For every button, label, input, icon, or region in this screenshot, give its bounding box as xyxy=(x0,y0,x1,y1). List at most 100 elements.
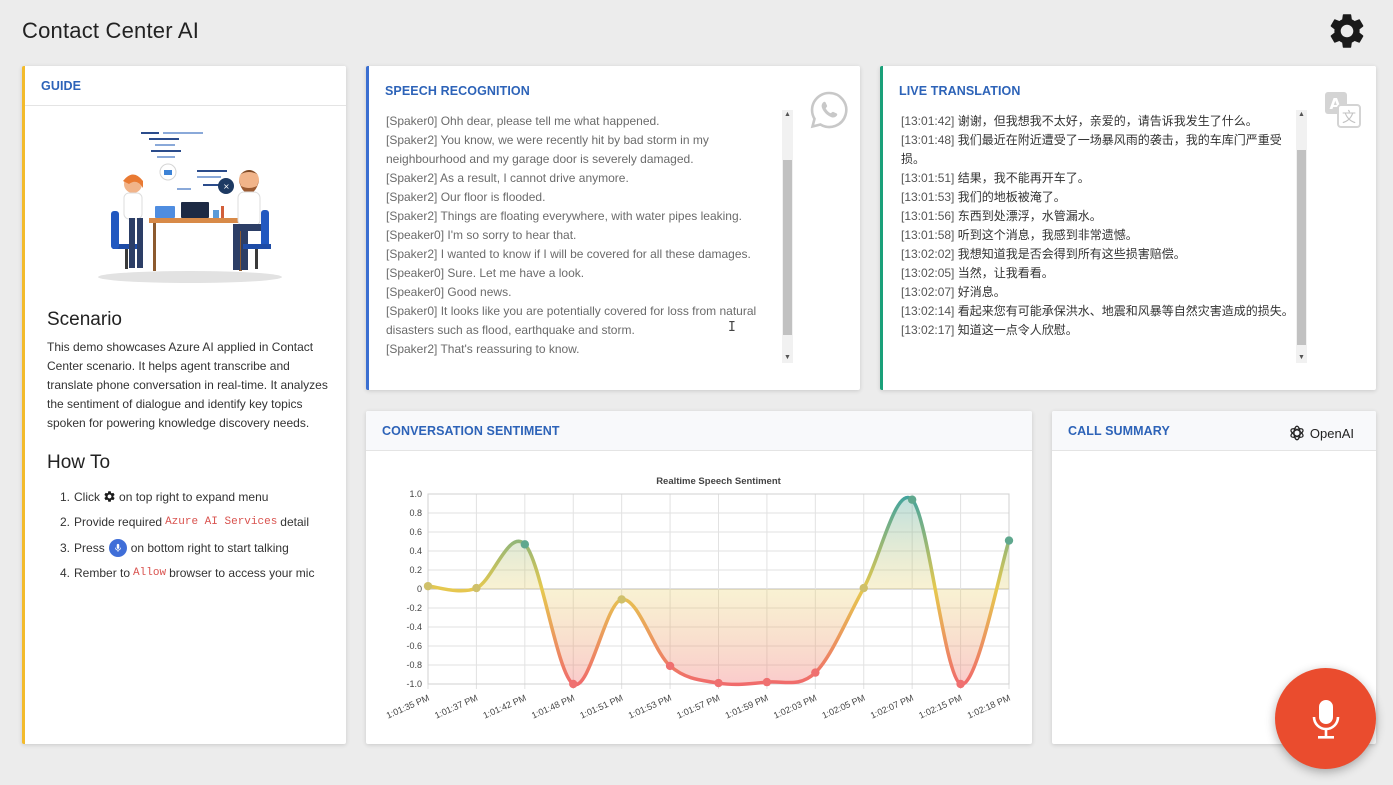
sentiment-point xyxy=(762,677,772,687)
guide-header: GUIDE xyxy=(25,66,346,106)
transcript-line: [Spaker0] It looks like you are potentia… xyxy=(386,304,757,337)
transcript-line: [Spaker2] Things are floating everywhere… xyxy=(386,209,742,223)
x-tick-label: 1:01:42 PM xyxy=(482,693,528,721)
scenario-heading: Scenario xyxy=(47,309,122,330)
translation-text: 结果，我不能再开车了。 xyxy=(957,171,1090,185)
howto-steps: 1. Click on top right to expand menu 2. … xyxy=(60,484,345,586)
transcript-line: [Spaker2] As a result, I cannot drive an… xyxy=(386,171,629,185)
step-text: on bottom right to start talking xyxy=(130,540,289,555)
translation-timestamp: [13:01:53] xyxy=(901,190,955,204)
translation-timestamp: [13:02:05] xyxy=(901,266,955,280)
translation-scrollbar[interactable]: ▲ ▼ xyxy=(1296,110,1307,363)
translation-transcript[interactable]: [13:01:42] 谢谢，但我想我不太好，亲爱的，请告诉我发生了什么。 [13:… xyxy=(901,112,1299,362)
transcript-line: [Speaker0] Good news. xyxy=(386,285,512,299)
sentiment-title: CONVERSATION SENTIMENT xyxy=(382,423,560,438)
step-number: 3. xyxy=(60,540,71,555)
translation-timestamp: [13:02:17] xyxy=(901,323,955,337)
step-text: browser to access your mic xyxy=(169,566,315,581)
translation-text: 东西到处漂浮，水管漏水。 xyxy=(957,209,1102,223)
microphone-icon xyxy=(1312,699,1339,739)
translation-line: [13:01:51] 结果，我不能再开车了。 xyxy=(901,169,1299,188)
translation-line: [13:02:07] 好消息。 xyxy=(901,283,1299,302)
sentiment-point xyxy=(617,595,626,604)
whatsapp-icon xyxy=(810,91,848,129)
translation-timestamp: [13:02:14] xyxy=(901,304,955,318)
speech-transcript[interactable]: [Spaker0] Ohh dear, please tell me what … xyxy=(386,112,782,362)
translation-timestamp: [13:01:42] xyxy=(901,114,955,128)
y-tick-label: 0.2 xyxy=(409,565,422,575)
scroll-thumb[interactable] xyxy=(783,160,792,335)
translation-timestamp: [13:01:56] xyxy=(901,209,955,223)
x-tick-label: 1:02:03 PM xyxy=(772,693,818,721)
x-tick-label: 1:01:48 PM xyxy=(530,693,576,721)
step-number: 1. xyxy=(60,489,71,504)
summary-title: CALL SUMMARY xyxy=(1068,423,1170,438)
sentiment-point xyxy=(423,581,433,591)
translation-line: [13:01:58] 听到这个消息，我感到非常遗憾。 xyxy=(901,226,1299,245)
transcript-line: [Spaker0] Ohh dear, please tell me what … xyxy=(386,114,660,128)
openai-label: OpenAI xyxy=(1309,425,1354,441)
x-tick-label: 1:02:07 PM xyxy=(869,693,915,721)
transcript-line: [Spaker2] Our floor is flooded. xyxy=(386,190,546,204)
x-tick-label: 1:01:35 PM xyxy=(385,693,431,721)
translation-line: [13:01:48] 我们最近在附近遭受了一场暴风雨的袭击，我的车库门严重受损。 xyxy=(901,131,1299,169)
speech-recognition-panel: SPEECH RECOGNITION [Spaker0] Ohh dear, p… xyxy=(366,66,860,390)
sentiment-point xyxy=(859,583,868,593)
translation-line: [13:02:17] 知道这一点令人欣慰。 xyxy=(901,321,1299,340)
chart-title: Realtime Speech Sentiment xyxy=(656,476,781,487)
translation-timestamp: [13:02:07] xyxy=(901,285,955,299)
scroll-down-arrow[interactable]: ▼ xyxy=(782,353,793,363)
microphone-button[interactable] xyxy=(1275,668,1376,769)
y-tick-label: -0.6 xyxy=(406,641,422,651)
scroll-down-arrow[interactable]: ▼ xyxy=(1296,353,1307,363)
step-text: on top right to expand menu xyxy=(119,489,269,504)
translation-timestamp: [13:02:02] xyxy=(901,247,955,261)
sentiment-point xyxy=(956,679,965,689)
translation-text: 当然，让我看看。 xyxy=(957,266,1054,280)
howto-step: 4. Rember to Allow browser to access you… xyxy=(60,561,345,587)
conversation-sentiment-panel: CONVERSATION SENTIMENT Realtime Speech S… xyxy=(366,411,1032,744)
y-tick-label: 0.8 xyxy=(409,508,422,518)
sentiment-point xyxy=(520,540,530,549)
y-tick-label: 0.6 xyxy=(409,527,422,537)
svg-text:文: 文 xyxy=(1342,110,1356,126)
step-number: 4. xyxy=(60,566,71,581)
step-text: Click xyxy=(74,489,101,504)
step-text: Provide required xyxy=(74,515,163,530)
transcript-line: [Spaker2] That's reassuring to know. xyxy=(386,342,580,356)
translation-text: 我们最近在附近遭受了一场暴风雨的袭击，我的车库门严重受损。 xyxy=(901,133,1282,166)
scroll-thumb[interactable] xyxy=(1297,150,1306,345)
guide-title: GUIDE xyxy=(41,78,82,93)
x-tick-label: 1:01:59 PM xyxy=(724,693,770,721)
translation-line: [13:02:02] 我想知道我是否会得到所有这些损害赔偿。 xyxy=(901,245,1299,264)
microphone-icon xyxy=(108,538,127,557)
x-tick-label: 1:01:57 PM xyxy=(675,693,721,721)
translation-text: 我们的地板被淹了。 xyxy=(957,190,1066,204)
svg-text:×: × xyxy=(223,182,230,191)
y-tick-label: -0.4 xyxy=(406,622,422,632)
sentiment-point xyxy=(811,668,820,677)
scroll-up-arrow[interactable]: ▲ xyxy=(782,110,793,120)
x-tick-label: 1:02:05 PM xyxy=(820,693,866,721)
sentiment-line-chart: Realtime Speech Sentiment 1.0 0.8 0.6 0.4 0.2… xyxy=(385,476,1014,721)
y-tick-label: -1.0 xyxy=(406,679,422,689)
speech-scrollbar[interactable]: ▲ ▼ xyxy=(782,110,793,363)
sentiment-point xyxy=(665,661,675,671)
y-tick-label: 1.0 xyxy=(409,489,422,499)
translation-title: LIVE TRANSLATION xyxy=(899,84,1021,98)
step-text: detail xyxy=(280,515,309,530)
gear-icon[interactable] xyxy=(1326,10,1368,52)
howto-heading: How To xyxy=(47,452,111,473)
transcript-line: [Spaker2] I wanted to know if I will be … xyxy=(386,247,751,261)
sentiment-point xyxy=(472,583,481,593)
speech-title: SPEECH RECOGNITION xyxy=(385,84,530,98)
translation-line: [13:01:42] 谢谢，但我想我不太好，亲爱的，请告诉我发生了什么。 xyxy=(901,112,1299,131)
speech-header: SPEECH RECOGNITION xyxy=(369,66,860,116)
live-translation-panel: LIVE TRANSLATION A 文 [13:01:42] 谢谢，但我想我不… xyxy=(880,66,1376,390)
translation-timestamp: [13:01:58] xyxy=(901,228,955,242)
sentiment-header: CONVERSATION SENTIMENT xyxy=(366,411,1032,451)
translation-line: [13:02:05] 当然，让我看看。 xyxy=(901,264,1299,283)
translation-text: 听到这个消息，我感到非常遗憾。 xyxy=(957,228,1138,242)
scroll-up-arrow[interactable]: ▲ xyxy=(1296,110,1307,120)
howto-step: 1. Click on top right to expand menu xyxy=(60,484,345,510)
